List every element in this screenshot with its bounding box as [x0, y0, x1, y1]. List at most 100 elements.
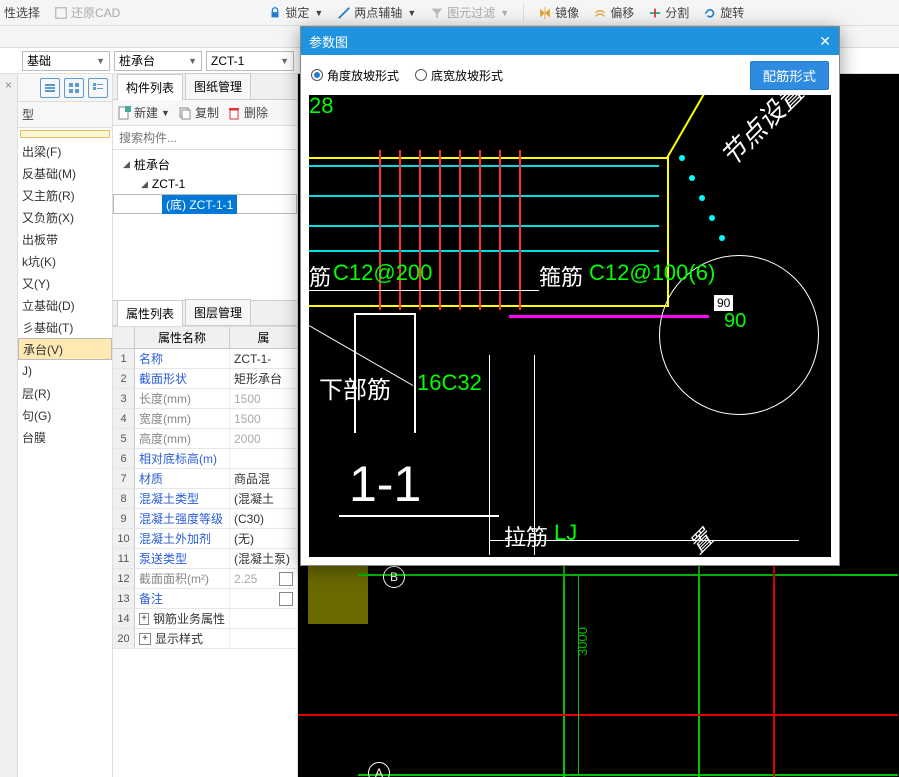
type-item[interactable]: 出板带: [18, 228, 112, 250]
view-detail-icon[interactable]: [88, 78, 108, 98]
col-header-name: 属性名称: [135, 327, 230, 348]
radio-angle[interactable]: 角度放坡形式: [311, 67, 399, 84]
tab-layers[interactable]: 图层管理: [185, 299, 251, 325]
type-item[interactable]: 反基础(M): [18, 162, 112, 184]
cad-axis: [298, 714, 898, 716]
type-item[interactable]: 层(R): [18, 382, 112, 404]
search-components[interactable]: [113, 126, 297, 150]
cad-line: [358, 774, 898, 776]
dialog-title: 参数图: [309, 32, 348, 51]
prop-row[interactable]: 3长度(mm)1500: [113, 389, 297, 409]
close-icon[interactable]: ✕: [819, 33, 831, 50]
prop-row[interactable]: 14+钢筋业务属性: [113, 609, 297, 629]
cad-text: 16C32: [417, 370, 482, 396]
lock-button[interactable]: 锁定▼: [268, 4, 323, 21]
prop-row[interactable]: 6相对底标高(m): [113, 449, 297, 469]
property-grid: 属性名称 属 1名称ZCT-1-2截面形状矩形承台3长度(mm)15004宽度(…: [113, 326, 297, 777]
type-item[interactable]: 句(G): [18, 404, 112, 426]
delete-button[interactable]: 删除: [227, 104, 268, 121]
type-item[interactable]: 又主筋(R): [18, 184, 112, 206]
prop-row[interactable]: 4宽度(mm)1500: [113, 409, 297, 429]
tree-item[interactable]: ◢ZCT-1: [113, 174, 297, 194]
rotate-icon: [703, 6, 717, 20]
prop-row[interactable]: 7材质商品混: [113, 469, 297, 489]
cad-line: [563, 554, 565, 777]
tree-item[interactable]: ◢桩承台: [113, 154, 297, 174]
rebar-form-button[interactable]: 配筋形式: [750, 61, 829, 90]
close-left-icon[interactable]: ×: [0, 78, 17, 92]
cad-line: [698, 554, 700, 777]
item-select[interactable]: ZCT-1▼: [206, 51, 294, 71]
two-point-aux[interactable]: 两点辅轴▼: [337, 4, 416, 21]
mirror-button[interactable]: 镜像: [538, 4, 579, 21]
copy-icon: [178, 106, 192, 120]
radio-width[interactable]: 底宽放坡形式: [415, 67, 503, 84]
type-item[interactable]: 承台(V): [18, 338, 112, 360]
search-input[interactable]: [113, 126, 297, 149]
cad-axis: [773, 554, 775, 777]
param-dialog: 参数图 ✕ 角度放坡形式 底宽放坡形式 配筋形式: [300, 26, 840, 566]
type-item[interactable]: [20, 130, 110, 138]
offset-button[interactable]: 偏移: [593, 4, 634, 21]
cad-line: [309, 157, 669, 159]
node-b: B: [383, 566, 405, 588]
prop-row[interactable]: 13备注: [113, 589, 297, 609]
tab-components[interactable]: 构件列表: [117, 74, 183, 100]
cad-section: [414, 313, 416, 433]
type-item[interactable]: 出梁(F): [18, 140, 112, 162]
prop-row[interactable]: 5高度(mm)2000: [113, 429, 297, 449]
cad-text: 下部筋: [319, 370, 391, 405]
view-list-icon[interactable]: [40, 78, 60, 98]
subcategory-select[interactable]: 桩承台▼: [114, 51, 202, 71]
type-item[interactable]: 立基础(D): [18, 294, 112, 316]
cad-dot: [709, 215, 715, 221]
cad-text: 筋: [309, 260, 331, 292]
cad-line: [309, 250, 659, 252]
category-select[interactable]: 基础▼: [22, 51, 110, 71]
tab-drawings[interactable]: 图纸管理: [185, 73, 251, 99]
prop-row[interactable]: 20+显示样式: [113, 629, 297, 649]
split-icon: [648, 6, 662, 20]
filter-button[interactable]: 图元过滤▼: [430, 4, 509, 21]
prop-row[interactable]: 8混凝土类型(混凝土: [113, 489, 297, 509]
types-header: 型: [18, 102, 112, 128]
tree-item[interactable]: (底) ZCT-1-1: [113, 194, 297, 214]
angle-input[interactable]: 90: [714, 295, 733, 311]
type-item[interactable]: J): [18, 360, 112, 382]
restore-cad[interactable]: 还原CAD: [54, 4, 120, 21]
new-button[interactable]: 新建▼: [117, 104, 170, 121]
type-item[interactable]: 台膜: [18, 426, 112, 448]
delete-icon: [227, 106, 241, 120]
mid-panel: 构件列表 图纸管理 新建▼ 复制 删除 ◢桩承台 ◢ZCT-1 (底) ZCT-…: [113, 74, 298, 777]
axis-icon: [337, 6, 351, 20]
lock-icon: [268, 6, 282, 20]
dialog-title-bar[interactable]: 参数图 ✕: [301, 27, 839, 55]
view-grid-icon[interactable]: [64, 78, 84, 98]
rotate-button[interactable]: 旋转: [703, 4, 744, 21]
left-edge: ×: [0, 74, 18, 777]
dialog-canvas[interactable]: 90 90 28 筋 C12@200 箍筋 C12@100(6) 节点设置 置 …: [309, 95, 831, 557]
new-icon: [117, 106, 131, 120]
prop-row[interactable]: 12截面面积(m²)2.25: [113, 569, 297, 589]
types-list: 出梁(F) 反基础(M) 又主筋(R) 又负筋(X) 出板带 k坑(K) 又(Y…: [18, 128, 112, 777]
attr-select[interactable]: 性选择: [4, 4, 40, 21]
mirror-icon: [538, 6, 552, 20]
cad-line: [309, 290, 539, 291]
cad-rebar: [519, 150, 521, 310]
split-button[interactable]: 分割: [648, 4, 689, 21]
prop-row[interactable]: 2截面形状矩形承台: [113, 369, 297, 389]
filter-icon: [430, 6, 444, 20]
tab-props[interactable]: 属性列表: [117, 300, 183, 326]
type-item[interactable]: 又(Y): [18, 272, 112, 294]
cad-text: C12@200: [333, 260, 432, 286]
type-item[interactable]: k坑(K): [18, 250, 112, 272]
prop-row[interactable]: 9混凝土强度等级(C30): [113, 509, 297, 529]
prop-row[interactable]: 10混凝土外加剂(无): [113, 529, 297, 549]
copy-button[interactable]: 复制: [178, 104, 219, 121]
prop-header: 属性名称 属: [113, 327, 297, 349]
cad-section: [354, 313, 416, 315]
type-item[interactable]: 又负筋(X): [18, 206, 112, 228]
type-item[interactable]: 彡基础(T): [18, 316, 112, 338]
prop-row[interactable]: 1名称ZCT-1-: [113, 349, 297, 369]
prop-row[interactable]: 11泵送类型(混凝土泵): [113, 549, 297, 569]
